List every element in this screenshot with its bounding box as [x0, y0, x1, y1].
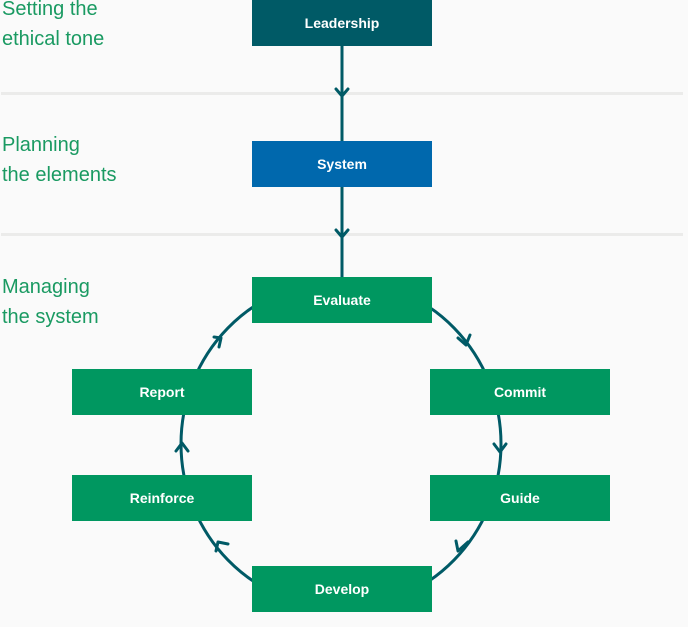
box-develop: Develop — [252, 566, 432, 612]
box-commit: Commit — [430, 369, 610, 415]
box-label: Commit — [493, 384, 547, 400]
box-label: Develop — [314, 581, 370, 597]
box-label: Report — [139, 384, 185, 400]
box-guide: Guide — [430, 475, 610, 521]
box-label: Leadership — [304, 15, 380, 31]
box-evaluate: Evaluate — [252, 277, 432, 323]
box-label: Guide — [500, 490, 540, 506]
box-reinforce: Reinforce — [72, 475, 252, 521]
arrowhead-reinforce-icon — [214, 540, 230, 553]
box-leadership: Leadership — [252, 0, 432, 46]
box-label: System — [317, 156, 367, 172]
box-report: Report — [72, 369, 252, 415]
box-label: Evaluate — [313, 292, 371, 308]
box-system: System — [252, 141, 432, 187]
cycle-ring — [179, 278, 503, 610]
box-label: Reinforce — [129, 490, 195, 506]
